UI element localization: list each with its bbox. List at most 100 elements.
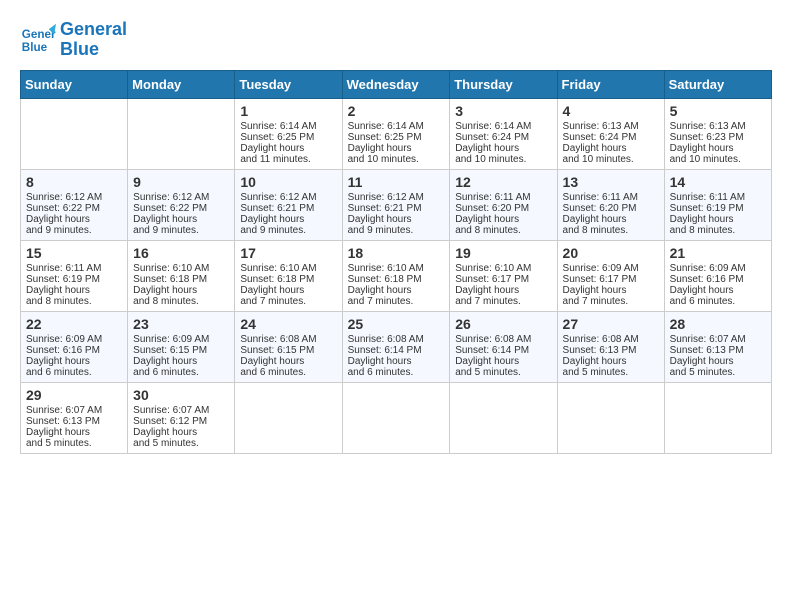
calendar-cell <box>235 382 342 453</box>
sunset-text: Sunset: 6:16 PM <box>26 345 100 356</box>
day-number: 15 <box>26 245 122 261</box>
logo-text-general: General <box>60 20 127 40</box>
day-number: 16 <box>133 245 229 261</box>
day-number: 9 <box>133 174 229 190</box>
weekday-header-wednesday: Wednesday <box>342 70 450 98</box>
daylight-label: Daylight hours <box>133 285 197 296</box>
calendar-cell: 10 Sunrise: 6:12 AM Sunset: 6:21 PM Dayl… <box>235 169 342 240</box>
calendar-week-row: 15 Sunrise: 6:11 AM Sunset: 6:19 PM Dayl… <box>21 240 772 311</box>
day-number: 20 <box>563 245 659 261</box>
sunset-text: Sunset: 6:22 PM <box>26 203 100 214</box>
day-number: 4 <box>563 103 659 119</box>
weekday-header-saturday: Saturday <box>664 70 771 98</box>
calendar-cell: 22 Sunrise: 6:09 AM Sunset: 6:16 PM Dayl… <box>21 311 128 382</box>
sunset-text: Sunset: 6:13 PM <box>670 345 744 356</box>
day-number: 18 <box>348 245 445 261</box>
sunset-text: Sunset: 6:16 PM <box>670 274 744 285</box>
daylight-duration: and 5 minutes. <box>670 367 736 378</box>
day-number: 27 <box>563 316 659 332</box>
logo: General Blue General Blue <box>20 20 127 60</box>
calendar-cell: 3 Sunrise: 6:14 AM Sunset: 6:24 PM Dayli… <box>450 98 557 169</box>
sunset-text: Sunset: 6:17 PM <box>563 274 637 285</box>
daylight-duration: and 8 minutes. <box>563 225 629 236</box>
daylight-label: Daylight hours <box>240 214 304 225</box>
daylight-duration: and 7 minutes. <box>348 296 414 307</box>
calendar-cell: 21 Sunrise: 6:09 AM Sunset: 6:16 PM Dayl… <box>664 240 771 311</box>
sunset-text: Sunset: 6:12 PM <box>133 416 207 427</box>
daylight-label: Daylight hours <box>26 285 90 296</box>
logo-text-blue: Blue <box>60 40 127 60</box>
calendar-cell <box>450 382 557 453</box>
day-number: 19 <box>455 245 551 261</box>
daylight-label: Daylight hours <box>133 214 197 225</box>
daylight-duration: and 11 minutes. <box>240 154 310 165</box>
day-number: 5 <box>670 103 766 119</box>
day-number: 22 <box>26 316 122 332</box>
sunrise-text: Sunrise: 6:08 AM <box>455 334 531 345</box>
sunrise-text: Sunrise: 6:10 AM <box>240 263 316 274</box>
sunset-text: Sunset: 6:15 PM <box>240 345 314 356</box>
daylight-duration: and 6 minutes. <box>670 296 736 307</box>
sunrise-text: Sunrise: 6:12 AM <box>348 192 424 203</box>
day-number: 29 <box>26 387 122 403</box>
daylight-label: Daylight hours <box>563 143 627 154</box>
sunset-text: Sunset: 6:13 PM <box>26 416 100 427</box>
logo-icon: General Blue <box>20 22 56 58</box>
daylight-label: Daylight hours <box>563 285 627 296</box>
sunrise-text: Sunrise: 6:12 AM <box>240 192 316 203</box>
daylight-label: Daylight hours <box>348 214 412 225</box>
calendar-cell: 17 Sunrise: 6:10 AM Sunset: 6:18 PM Dayl… <box>235 240 342 311</box>
daylight-label: Daylight hours <box>670 285 734 296</box>
sunset-text: Sunset: 6:21 PM <box>348 203 422 214</box>
daylight-label: Daylight hours <box>26 214 90 225</box>
sunrise-text: Sunrise: 6:14 AM <box>348 121 424 132</box>
calendar-cell <box>21 98 128 169</box>
day-number: 12 <box>455 174 551 190</box>
sunset-text: Sunset: 6:21 PM <box>240 203 314 214</box>
weekday-header-sunday: Sunday <box>21 70 128 98</box>
sunrise-text: Sunrise: 6:09 AM <box>563 263 639 274</box>
calendar-cell: 8 Sunrise: 6:12 AM Sunset: 6:22 PM Dayli… <box>21 169 128 240</box>
svg-text:Blue: Blue <box>22 41 48 54</box>
sunset-text: Sunset: 6:14 PM <box>455 345 529 356</box>
daylight-duration: and 7 minutes. <box>563 296 629 307</box>
daylight-label: Daylight hours <box>133 356 197 367</box>
sunset-text: Sunset: 6:18 PM <box>133 274 207 285</box>
day-number: 1 <box>240 103 336 119</box>
daylight-duration: and 5 minutes. <box>563 367 629 378</box>
daylight-label: Daylight hours <box>240 356 304 367</box>
daylight-label: Daylight hours <box>455 285 519 296</box>
daylight-duration: and 8 minutes. <box>670 225 736 236</box>
calendar-cell <box>664 382 771 453</box>
sunset-text: Sunset: 6:15 PM <box>133 345 207 356</box>
day-number: 13 <box>563 174 659 190</box>
daylight-label: Daylight hours <box>670 356 734 367</box>
day-number: 8 <box>26 174 122 190</box>
sunset-text: Sunset: 6:22 PM <box>133 203 207 214</box>
day-number: 24 <box>240 316 336 332</box>
calendar-table: SundayMondayTuesdayWednesdayThursdayFrid… <box>20 70 772 454</box>
sunrise-text: Sunrise: 6:10 AM <box>133 263 209 274</box>
weekday-header-row: SundayMondayTuesdayWednesdayThursdayFrid… <box>21 70 772 98</box>
calendar-week-row: 29 Sunrise: 6:07 AM Sunset: 6:13 PM Dayl… <box>21 382 772 453</box>
calendar-cell: 14 Sunrise: 6:11 AM Sunset: 6:19 PM Dayl… <box>664 169 771 240</box>
sunrise-text: Sunrise: 6:08 AM <box>348 334 424 345</box>
day-number: 3 <box>455 103 551 119</box>
sunset-text: Sunset: 6:20 PM <box>563 203 637 214</box>
day-number: 30 <box>133 387 229 403</box>
daylight-label: Daylight hours <box>26 356 90 367</box>
calendar-cell: 27 Sunrise: 6:08 AM Sunset: 6:13 PM Dayl… <box>557 311 664 382</box>
day-number: 25 <box>348 316 445 332</box>
calendar-cell <box>557 382 664 453</box>
sunset-text: Sunset: 6:24 PM <box>455 132 529 143</box>
calendar-cell: 12 Sunrise: 6:11 AM Sunset: 6:20 PM Dayl… <box>450 169 557 240</box>
sunset-text: Sunset: 6:18 PM <box>348 274 422 285</box>
sunrise-text: Sunrise: 6:12 AM <box>26 192 102 203</box>
calendar-cell: 4 Sunrise: 6:13 AM Sunset: 6:24 PM Dayli… <box>557 98 664 169</box>
daylight-label: Daylight hours <box>26 427 90 438</box>
sunset-text: Sunset: 6:25 PM <box>240 132 314 143</box>
sunrise-text: Sunrise: 6:09 AM <box>670 263 746 274</box>
daylight-label: Daylight hours <box>455 214 519 225</box>
calendar-week-row: 22 Sunrise: 6:09 AM Sunset: 6:16 PM Dayl… <box>21 311 772 382</box>
sunrise-text: Sunrise: 6:09 AM <box>133 334 209 345</box>
